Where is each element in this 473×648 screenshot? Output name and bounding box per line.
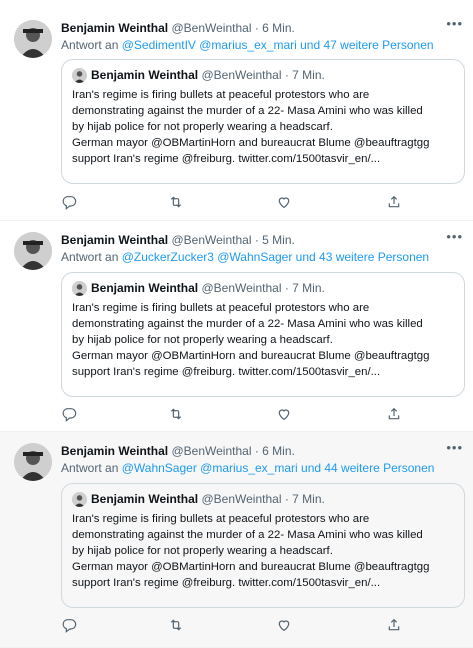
author-handle[interactable]: @BenWeinthal bbox=[171, 233, 251, 247]
quoted-tweet-header: Benjamin Weinthal @BenWeinthal · 7 Min. bbox=[72, 281, 454, 296]
quoted-text-line: German mayor @OBMartinHorn and bureaucra… bbox=[72, 137, 430, 149]
tweet-header: Benjamin Weinthal @BenWeinthal · 6 Min. bbox=[61, 444, 433, 459]
retweet-icon[interactable] bbox=[168, 617, 186, 635]
quoted-text-line: by hijab police for not properly wearing… bbox=[72, 334, 333, 346]
retweet-icon[interactable] bbox=[168, 406, 186, 424]
tweet-header: Benjamin Weinthal @BenWeinthal · 5 Min. bbox=[61, 233, 433, 248]
quoted-text-line: support Iran's regime @freiburg. twitter… bbox=[72, 366, 381, 378]
tweet[interactable]: Benjamin Weinthal @BenWeinthal · 6 Min. … bbox=[0, 432, 473, 648]
more-icon[interactable]: ••• bbox=[446, 229, 463, 244]
more-icon[interactable]: ••• bbox=[446, 16, 463, 31]
timestamp[interactable]: · 5 Min. bbox=[255, 233, 295, 247]
reply-to-users[interactable]: @ZuckerZucker3 @WahnSager und 43 weitere… bbox=[122, 250, 429, 264]
avatar[interactable] bbox=[14, 443, 52, 481]
tweet-header: Benjamin Weinthal @BenWeinthal · 6 Min. bbox=[61, 21, 433, 36]
quoted-author-name: Benjamin Weinthal bbox=[91, 68, 199, 82]
quoted-author-handle: @BenWeinthal bbox=[201, 492, 282, 506]
like-icon[interactable] bbox=[276, 617, 294, 635]
author-handle[interactable]: @BenWeinthal bbox=[171, 21, 251, 35]
quoted-author-name: Benjamin Weinthal bbox=[91, 492, 199, 506]
reply-context: Antwort an @WahnSager @marius_ex_mari un… bbox=[61, 461, 434, 476]
avatar[interactable] bbox=[14, 20, 52, 58]
quoted-tweet[interactable]: Benjamin Weinthal @BenWeinthal · 7 Min. … bbox=[61, 59, 465, 184]
quoted-tweet-text: Iran's regime is firing bullets at peace… bbox=[72, 87, 454, 167]
quoted-tweet-header: Benjamin Weinthal @BenWeinthal · 7 Min. bbox=[72, 68, 454, 83]
quoted-timestamp: · 7 Min. bbox=[284, 68, 325, 82]
quoted-author-handle: @BenWeinthal bbox=[201, 68, 282, 82]
timestamp[interactable]: · 6 Min. bbox=[255, 444, 295, 458]
share-icon[interactable] bbox=[386, 194, 404, 212]
avatar[interactable] bbox=[14, 232, 52, 270]
quoted-text-line: Iran's regime is firing bullets at peace… bbox=[72, 302, 370, 314]
quoted-text-line: demonstrating against the murder of a 22… bbox=[72, 529, 423, 541]
reply-context: Antwort an @ZuckerZucker3 @WahnSager und… bbox=[61, 250, 429, 265]
share-icon[interactable] bbox=[386, 406, 404, 424]
reply-icon[interactable] bbox=[61, 194, 79, 212]
tweet[interactable]: Benjamin Weinthal @BenWeinthal · 6 Min. … bbox=[0, 0, 473, 221]
quoted-avatar bbox=[72, 492, 87, 507]
like-icon[interactable] bbox=[276, 194, 294, 212]
reply-prefix: Antwort an bbox=[61, 250, 122, 264]
quoted-text-line: demonstrating against the murder of a 22… bbox=[72, 105, 423, 117]
tweet-actions bbox=[61, 617, 465, 635]
reply-to-users[interactable]: @SedimentIV @marius_ex_mari und 47 weite… bbox=[122, 38, 434, 52]
quoted-text-line: Iran's regime is firing bullets at peace… bbox=[72, 89, 370, 101]
quoted-text-line: by hijab police for not properly wearing… bbox=[72, 121, 333, 133]
quoted-author-handle: @BenWeinthal bbox=[201, 281, 282, 295]
author-name[interactable]: Benjamin Weinthal bbox=[61, 233, 168, 247]
quoted-avatar bbox=[72, 68, 87, 83]
reply-icon[interactable] bbox=[61, 617, 79, 635]
quoted-text-line: German mayor @OBMartinHorn and bureaucra… bbox=[72, 561, 430, 573]
tweet[interactable]: Benjamin Weinthal @BenWeinthal · 5 Min. … bbox=[0, 221, 473, 432]
author-handle[interactable]: @BenWeinthal bbox=[171, 444, 251, 458]
quoted-text-line: Iran's regime is firing bullets at peace… bbox=[72, 513, 370, 525]
tweet-actions bbox=[61, 406, 465, 424]
quoted-tweet-header: Benjamin Weinthal @BenWeinthal · 7 Min. bbox=[72, 492, 454, 507]
quoted-tweet-text: Iran's regime is firing bullets at peace… bbox=[72, 300, 454, 380]
quoted-tweet-text: Iran's regime is firing bullets at peace… bbox=[72, 511, 454, 591]
retweet-icon[interactable] bbox=[168, 194, 186, 212]
reply-context: Antwort an @SedimentIV @marius_ex_mari u… bbox=[61, 38, 434, 53]
author-name[interactable]: Benjamin Weinthal bbox=[61, 444, 168, 458]
like-icon[interactable] bbox=[276, 406, 294, 424]
reply-to-users[interactable]: @WahnSager @marius_ex_mari und 44 weiter… bbox=[122, 461, 435, 475]
reply-icon[interactable] bbox=[61, 406, 79, 424]
quoted-text-line: by hijab police for not properly wearing… bbox=[72, 545, 333, 557]
author-name[interactable]: Benjamin Weinthal bbox=[61, 21, 168, 35]
quoted-tweet[interactable]: Benjamin Weinthal @BenWeinthal · 7 Min. … bbox=[61, 272, 465, 397]
quoted-text-line: German mayor @OBMartinHorn and bureaucra… bbox=[72, 350, 430, 362]
quoted-author-name: Benjamin Weinthal bbox=[91, 281, 199, 295]
quoted-text-line: support Iran's regime @freiburg. twitter… bbox=[72, 153, 381, 165]
timestamp[interactable]: · 6 Min. bbox=[255, 21, 295, 35]
reply-prefix: Antwort an bbox=[61, 461, 122, 475]
quoted-text-line: support Iran's regime @freiburg. twitter… bbox=[72, 577, 381, 589]
quoted-timestamp: · 7 Min. bbox=[284, 281, 325, 295]
quoted-timestamp: · 7 Min. bbox=[284, 492, 325, 506]
quoted-text-line: demonstrating against the murder of a 22… bbox=[72, 318, 423, 330]
reply-prefix: Antwort an bbox=[61, 38, 122, 52]
tweet-actions bbox=[61, 194, 465, 212]
more-icon[interactable]: ••• bbox=[446, 440, 463, 455]
quoted-tweet[interactable]: Benjamin Weinthal @BenWeinthal · 7 Min. … bbox=[61, 483, 465, 608]
quoted-avatar bbox=[72, 281, 87, 296]
share-icon[interactable] bbox=[386, 617, 404, 635]
